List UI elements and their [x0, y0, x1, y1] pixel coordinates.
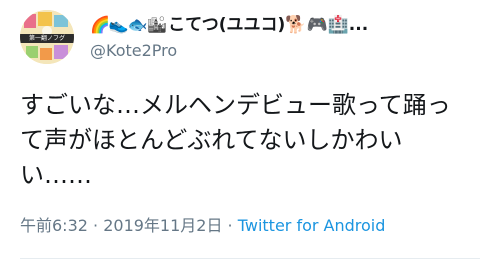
meta-separator: ·	[87, 216, 104, 235]
tweet-date[interactable]: 2019年11月2日	[103, 216, 222, 235]
tweet-meta: 午前6:32 · 2019年11月2日 · Twitter for Androi…	[20, 215, 468, 237]
avatar[interactable]: 第一翻ノフグ	[20, 10, 74, 64]
tweet-header: 🌈👟🐟🏙 こてつ(ユユコ)🐕🎮🏥... @Kote2Pro	[90, 14, 460, 61]
tweet-source-link[interactable]: Twitter for Android	[238, 216, 386, 235]
display-name-emojis: 🌈👟🐟🏙	[90, 15, 167, 34]
author-name-row[interactable]: 🌈👟🐟🏙 こてつ(ユユコ)🐕🎮🏥...	[90, 14, 460, 36]
tweet-time[interactable]: 午前6:32	[20, 216, 88, 235]
tweet-text: すごいな…メルヘンデビュー歌って踊って声がほとんどぶれてないしかわいい……	[20, 91, 451, 189]
tweet-card: 第一翻ノフグ 🌈👟🐟🏙 こてつ(ユユコ)🐕🎮🏥... @Kote2Pro すごい…	[0, 0, 480, 275]
avatar-caption: 第一翻ノフグ	[20, 34, 74, 43]
user-handle[interactable]: @Kote2Pro	[90, 41, 460, 61]
divider	[20, 258, 480, 259]
display-name[interactable]: こてつ(ユユコ)🐕🎮🏥...	[168, 14, 368, 36]
meta-separator-2: ·	[222, 216, 238, 235]
